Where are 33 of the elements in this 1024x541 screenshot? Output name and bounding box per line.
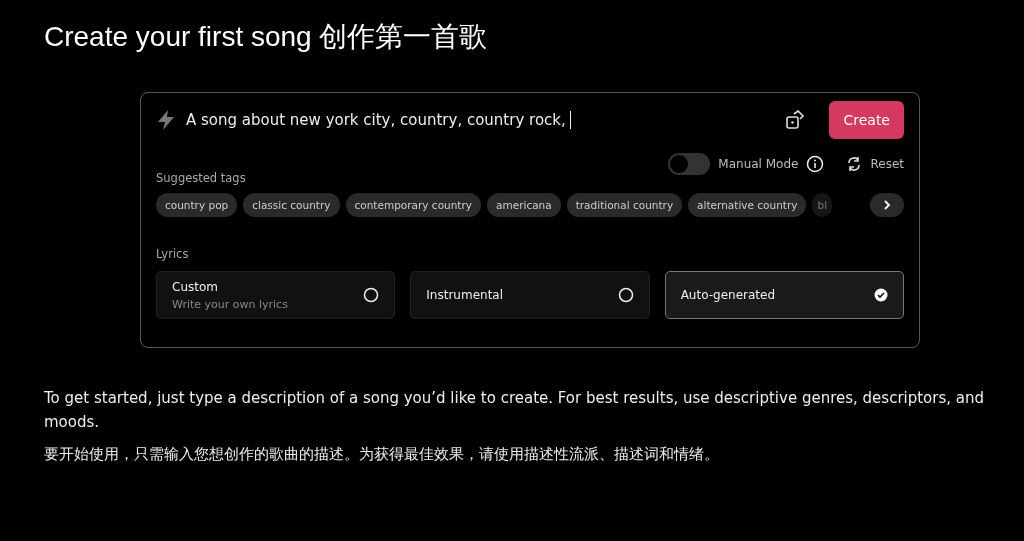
description-paragraph: To get started, just type a description of a song you’d like to create. For best results, use descriptive genres, descriptors, and moods. bbox=[44, 388, 986, 433]
tag-chip[interactable]: alternative country bbox=[688, 193, 807, 217]
page-heading: Create your first song 创作第一首歌 bbox=[44, 20, 489, 54]
option-subtitle: Write your own lyrics bbox=[172, 297, 288, 311]
option-title: Instrumental bbox=[426, 288, 504, 302]
info-icon[interactable] bbox=[806, 155, 825, 173]
next-button[interactable] bbox=[870, 193, 904, 217]
lightning-icon bbox=[156, 109, 176, 131]
reset-button[interactable]: Reset bbox=[846, 156, 904, 172]
manual-mode-toggle[interactable] bbox=[668, 153, 711, 175]
tag-chip[interactable]: bl bbox=[812, 193, 833, 217]
lyrics-option[interactable]: Instrumental bbox=[410, 271, 650, 319]
refresh-icon bbox=[846, 156, 863, 172]
option-title: Custom bbox=[172, 279, 219, 294]
radio-icon bbox=[617, 287, 634, 303]
radio-icon bbox=[363, 287, 380, 303]
chevron-right-icon bbox=[881, 199, 893, 211]
create-button[interactable]: Create bbox=[829, 101, 904, 139]
dice-icon[interactable] bbox=[785, 110, 806, 130]
description-paragraph: 要开始使用，只需输入您想创作的歌曲的描述。为获得最佳效果，请使用描述性流派、描述词和情绪。 bbox=[44, 444, 720, 465]
prompt-input[interactable]: A song about new york city, country, country rock, bbox=[186, 111, 776, 129]
lyrics-option[interactable]: Custom Write your own lyrics bbox=[156, 271, 396, 319]
option-title: Auto-generated bbox=[680, 288, 776, 302]
suggested-tags-label: Suggested tags bbox=[156, 171, 247, 185]
tag-chip[interactable]: americana bbox=[487, 193, 561, 217]
lyrics-label: Lyrics bbox=[156, 247, 190, 261]
tag-chip[interactable]: classic country bbox=[243, 193, 340, 217]
tag-chip[interactable]: traditional country bbox=[566, 193, 683, 217]
lyrics-option[interactable]: Auto-generated bbox=[664, 271, 904, 319]
check-icon bbox=[874, 288, 888, 302]
tag-chip[interactable]: contemporary country bbox=[345, 193, 482, 217]
manual-mode-label: Manual Mode bbox=[718, 157, 799, 171]
tag-chip[interactable]: country pop bbox=[156, 193, 238, 217]
